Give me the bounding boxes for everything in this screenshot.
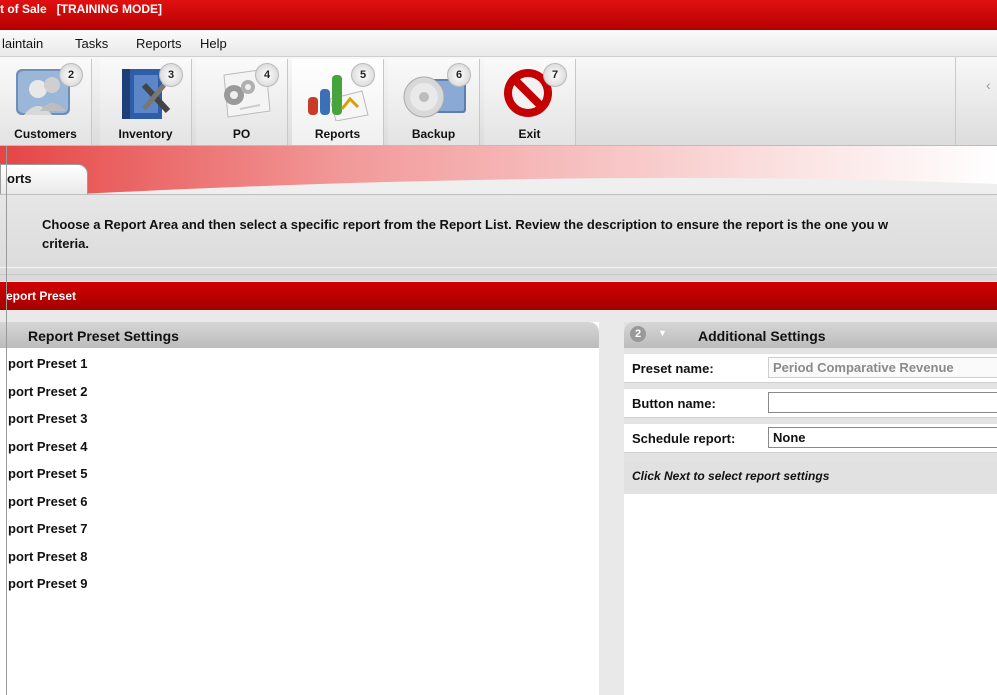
button-name-row: Button name:: [624, 389, 997, 418]
po-label: PO: [232, 127, 251, 141]
preset-item-8[interactable]: port Preset 8: [8, 549, 87, 564]
menu-help[interactable]: Help: [200, 36, 227, 51]
additional-settings-panel: 2 ▼ Additional Settings Preset name: Per…: [624, 322, 997, 695]
exit-label: Exit: [518, 127, 541, 141]
inventory-button[interactable]: 3 Inventory: [100, 59, 192, 145]
collapse-triangle-icon: ▼: [658, 328, 667, 338]
preset-item-6[interactable]: port Preset 6: [8, 494, 87, 509]
schedule-report-row: Schedule report: None: [624, 424, 997, 453]
inventory-label: Inventory: [118, 127, 173, 141]
next-hint: Click Next to select report settings: [632, 469, 830, 483]
instructions-line-2: criteria.: [42, 236, 89, 251]
divider: [0, 267, 997, 275]
window-title: t of Sale [TRAINING MODE]: [0, 2, 162, 16]
shortcut-badge: 5: [351, 63, 375, 87]
shortcut-badge: 7: [543, 63, 567, 87]
backup-button[interactable]: 6 Backup: [388, 59, 480, 145]
preset-item-5[interactable]: port Preset 5: [8, 466, 87, 481]
tab-label: orts: [7, 171, 32, 186]
title-bar: t of Sale [TRAINING MODE]: [0, 0, 997, 30]
chevron-left-icon: ‹: [986, 77, 991, 93]
menu-bar: laintain Tasks Reports Help: [0, 30, 997, 57]
schedule-report-select[interactable]: None: [768, 427, 997, 448]
menu-maintain[interactable]: laintain: [2, 36, 43, 51]
button-name-label: Button name:: [632, 396, 716, 411]
customers-label: Customers: [14, 127, 77, 141]
customers-button[interactable]: 2 Customers: [0, 59, 92, 145]
tab-reports[interactable]: orts: [0, 164, 88, 194]
shortcut-badge: 6: [447, 63, 471, 87]
preset-item-3[interactable]: port Preset 3: [8, 411, 87, 426]
instructions-text: Choose a Report Area and then select a s…: [42, 215, 997, 253]
menu-reports[interactable]: Reports: [136, 36, 182, 51]
preset-list-header: Report Preset Settings: [0, 322, 599, 348]
reports-label: Reports: [314, 127, 361, 141]
tab-strip: orts: [0, 146, 997, 194]
preset-name-row: Preset name: Period Comparative Revenue: [624, 354, 997, 383]
shortcut-badge: 2: [59, 63, 83, 87]
toolbar-overflow[interactable]: ‹: [955, 57, 997, 145]
instructions-line-1: Choose a Report Area and then select a s…: [42, 217, 889, 232]
preset-item-4[interactable]: port Preset 4: [8, 439, 87, 454]
menu-tasks[interactable]: Tasks: [75, 36, 108, 51]
shortcut-badge: 4: [255, 63, 279, 87]
instructions-area: Choose a Report Area and then select a s…: [0, 194, 997, 281]
preset-list-title: Report Preset Settings: [28, 328, 179, 344]
preset-item-7[interactable]: port Preset 7: [8, 521, 87, 536]
additional-settings-title: Additional Settings: [698, 328, 826, 344]
preset-item-2[interactable]: port Preset 2: [8, 384, 87, 399]
app-window: t of Sale [TRAINING MODE] laintain Tasks…: [0, 0, 997, 695]
panel-gutter: [599, 322, 624, 695]
settings-body: [624, 494, 997, 695]
preset-item-9[interactable]: port Preset 9: [8, 576, 87, 591]
shortcut-badge: 3: [159, 63, 183, 87]
preset-list-panel: Report Preset Settings port Preset 1 por…: [0, 322, 599, 695]
exit-button[interactable]: 7 Exit: [484, 59, 576, 145]
step-number-badge: 2: [630, 326, 646, 342]
window-left-border: [6, 146, 7, 695]
main-toolbar: 2 Customers 3 Inventory 4 PO 5 Reports 6…: [0, 57, 997, 146]
schedule-report-label: Schedule report:: [632, 431, 736, 446]
preset-name-label: Preset name:: [632, 361, 714, 376]
reports-button[interactable]: 5 Reports: [292, 59, 384, 145]
backup-label: Backup: [411, 127, 456, 141]
additional-settings-header[interactable]: 2 ▼ Additional Settings: [624, 322, 997, 348]
section-header: eport Preset: [0, 282, 997, 310]
preset-item-1[interactable]: port Preset 1: [8, 356, 87, 371]
button-name-input[interactable]: [768, 392, 997, 413]
decorative-swoosh: [0, 146, 997, 194]
preset-name-field: Period Comparative Revenue: [768, 357, 997, 378]
po-button[interactable]: 4 PO: [196, 59, 288, 145]
section-title: eport Preset: [6, 289, 77, 303]
